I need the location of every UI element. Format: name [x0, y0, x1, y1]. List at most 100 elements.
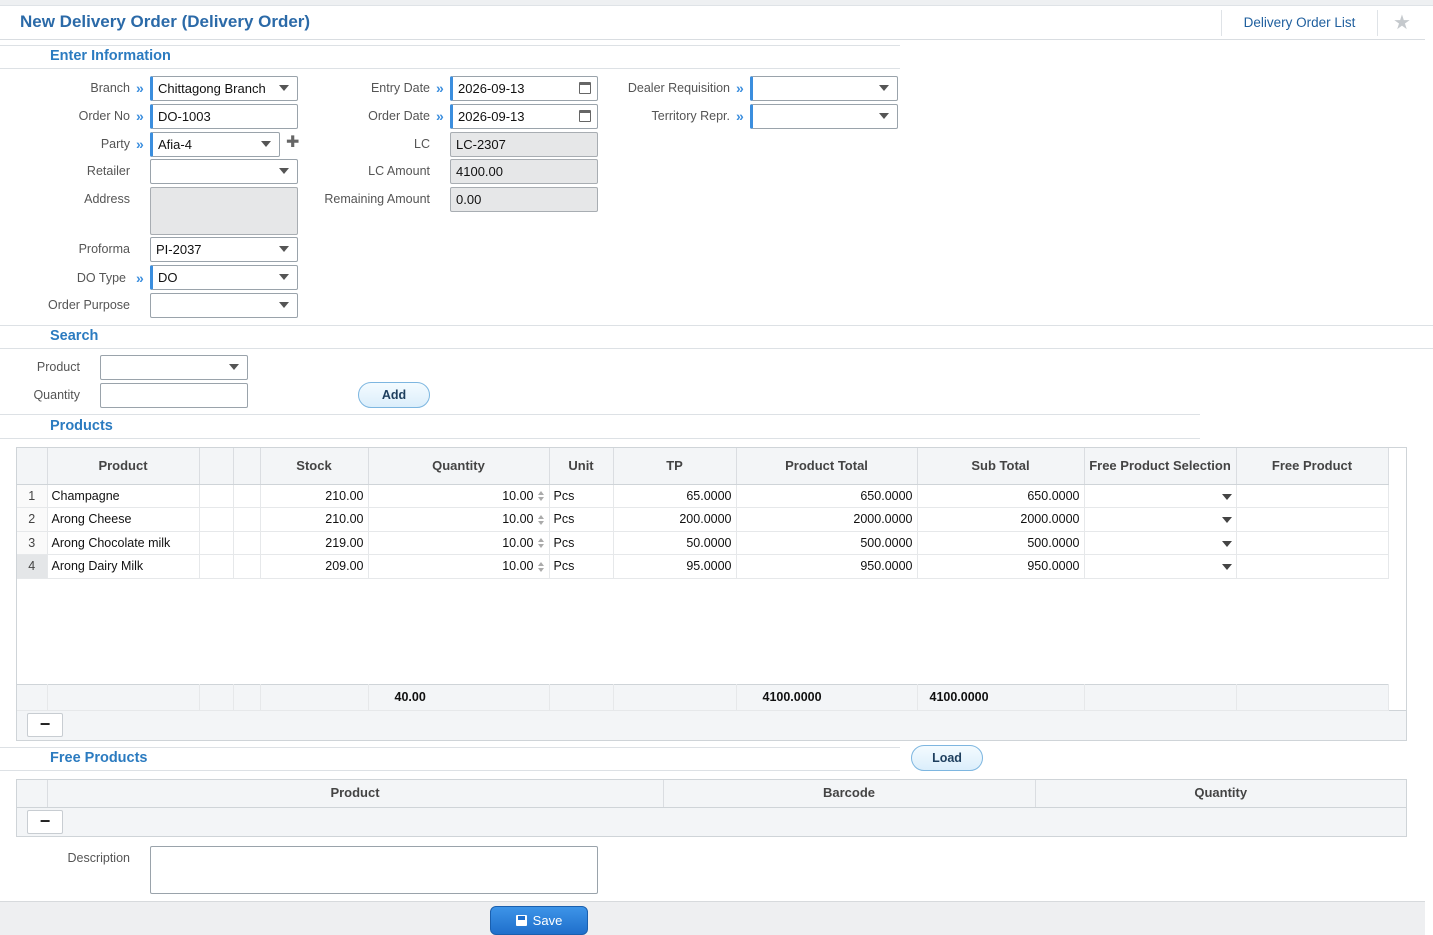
product-cell[interactable]: Arong Cheese — [47, 507, 200, 532]
blank-cell — [199, 683, 234, 711]
free-product-selection-cell[interactable] — [1084, 507, 1237, 532]
product-cell[interactable]: Arong Dairy Milk — [47, 554, 200, 579]
entry-date-input[interactable]: 2026-09-13 — [450, 76, 598, 101]
column-header-quantity[interactable]: Quantity — [1035, 780, 1406, 808]
save-button[interactable]: Save — [490, 906, 588, 935]
blank-cell — [233, 531, 261, 555]
product-cell[interactable]: Arong Chocolate milk — [47, 531, 200, 555]
column-header-free-product-selection[interactable]: Free Product Selection — [1084, 448, 1237, 485]
remove-row-button[interactable]: − — [27, 713, 63, 737]
quantity-value: 10.00 — [502, 535, 534, 550]
add-party-icon[interactable]: ✚ — [286, 135, 299, 151]
required-icon: » — [736, 108, 744, 124]
spinner-icon[interactable] — [537, 538, 545, 549]
load-button[interactable]: Load — [911, 745, 983, 771]
quantity-cell[interactable]: 10.00 — [368, 484, 550, 508]
quantity-cell[interactable]: 10.00 — [368, 554, 550, 579]
product-cell[interactable]: Champagne — [47, 484, 200, 508]
calendar-icon[interactable] — [579, 82, 591, 94]
table-row[interactable]: 3 Arong Chocolate milk 219.00 10.00 Pcs … — [17, 531, 1389, 555]
column-header-quantity[interactable]: Quantity — [368, 448, 550, 485]
order-date-label: Order Date — [368, 109, 430, 123]
remove-free-row-button[interactable]: − — [27, 810, 63, 834]
add-button[interactable]: Add — [358, 382, 430, 408]
remaining-amount-label: Remaining Amount — [324, 192, 430, 206]
page-header: New Delivery Order (Delivery Order) Deli… — [0, 6, 1425, 40]
quantity-cell[interactable]: 10.00 — [368, 531, 550, 555]
total-product-total: 4100.0000 — [736, 683, 918, 711]
floppy-disk-icon — [515, 915, 527, 926]
star-icon[interactable]: ★ — [1390, 11, 1414, 35]
products-grid: Product Stock Quantity Unit TP Product T… — [16, 447, 1407, 711]
spinner-icon[interactable] — [537, 491, 545, 502]
table-row[interactable]: 1 Champagne 210.00 10.00 Pcs 65.0000 650… — [17, 484, 1389, 508]
order-purpose-select[interactable] — [150, 293, 298, 318]
chevron-down-icon[interactable] — [1221, 517, 1232, 524]
column-header-unit[interactable]: Unit — [549, 448, 614, 485]
action-bar — [0, 901, 1425, 935]
total-sub-total: 4100.0000 — [917, 683, 1085, 711]
column-header-stock[interactable]: Stock — [260, 448, 369, 485]
chevron-down-icon[interactable] — [1221, 564, 1232, 571]
spinner-icon[interactable] — [537, 561, 545, 572]
chevron-down-icon[interactable] — [1221, 493, 1232, 500]
order-purpose-label: Order Purpose — [48, 298, 130, 312]
description-textarea[interactable] — [150, 846, 598, 894]
blank-cell — [47, 683, 200, 711]
product-total-cell: 650.0000 — [736, 484, 918, 508]
order-date-input[interactable]: 2026-09-13 — [450, 104, 598, 129]
do-type-select[interactable]: DO — [150, 265, 298, 290]
order-no-input[interactable]: DO-1003 — [150, 104, 298, 129]
table-row[interactable]: 4 Arong Dairy Milk 209.00 10.00 Pcs 95.0… — [17, 554, 1389, 579]
delivery-order-list-link[interactable]: Delivery Order List — [1221, 10, 1378, 36]
page-title: New Delivery Order (Delivery Order) — [20, 12, 311, 31]
blank-cell — [199, 507, 234, 532]
chevron-down-icon[interactable] — [1221, 540, 1232, 547]
blank-cell — [199, 484, 234, 508]
remaining-amount-input: 0.00 — [450, 187, 598, 212]
party-select[interactable]: Afia-4 — [150, 132, 280, 157]
products-header-row: Product Stock Quantity Unit TP Product T… — [17, 448, 1389, 485]
free-product-cell — [1236, 507, 1389, 532]
free-product-selection-cell[interactable] — [1084, 484, 1237, 508]
free-products-header-row: Product Barcode Quantity — [17, 780, 1406, 808]
column-header-barcode[interactable]: Barcode — [663, 780, 1036, 808]
proforma-select[interactable]: PI-2037 — [150, 237, 298, 262]
table-row[interactable]: 2 Arong Cheese 210.00 10.00 Pcs 200.0000… — [17, 507, 1389, 532]
lc-label: LC — [414, 137, 430, 151]
free-product-selection-cell[interactable] — [1084, 554, 1237, 579]
column-header-sub-total[interactable]: Sub Total — [917, 448, 1085, 485]
branch-select[interactable]: Chittagong Branch — [150, 76, 298, 101]
spinner-icon[interactable] — [537, 514, 545, 525]
chevron-down-icon — [229, 364, 239, 370]
column-header-blank — [199, 448, 234, 485]
sub-total-cell: 650.0000 — [917, 484, 1085, 508]
calendar-icon[interactable] — [579, 110, 591, 122]
search-quantity-input[interactable] — [100, 383, 248, 408]
chevron-down-icon — [261, 141, 271, 147]
order-no-label: Order No — [78, 109, 130, 123]
territory-repr-select[interactable] — [750, 104, 898, 129]
section-products: Products — [50, 418, 113, 434]
retailer-select[interactable] — [150, 159, 298, 184]
column-header-product-total[interactable]: Product Total — [736, 448, 918, 485]
blank-cell — [1084, 683, 1237, 711]
column-header-product[interactable]: Product — [47, 448, 200, 485]
column-header-tp[interactable]: TP — [613, 448, 737, 485]
divider — [0, 45, 900, 46]
description-label: Description — [67, 851, 130, 865]
section-enter-information: Enter Information — [50, 48, 171, 64]
tp-cell: 50.0000 — [613, 531, 737, 555]
do-type-label: DO Type — [76, 271, 126, 285]
chevron-down-icon — [279, 168, 289, 174]
column-header-product[interactable]: Product — [47, 780, 664, 808]
search-product-select[interactable] — [100, 355, 248, 380]
quantity-value: 10.00 — [502, 559, 534, 574]
address-textarea[interactable] — [150, 187, 298, 235]
column-header-free-product[interactable]: Free Product — [1236, 448, 1389, 485]
quantity-cell[interactable]: 10.00 — [368, 507, 550, 532]
free-product-selection-cell[interactable] — [1084, 531, 1237, 555]
unit-cell: Pcs — [549, 484, 614, 508]
dealer-requisition-select[interactable] — [750, 76, 898, 101]
required-icon: » — [736, 80, 744, 96]
